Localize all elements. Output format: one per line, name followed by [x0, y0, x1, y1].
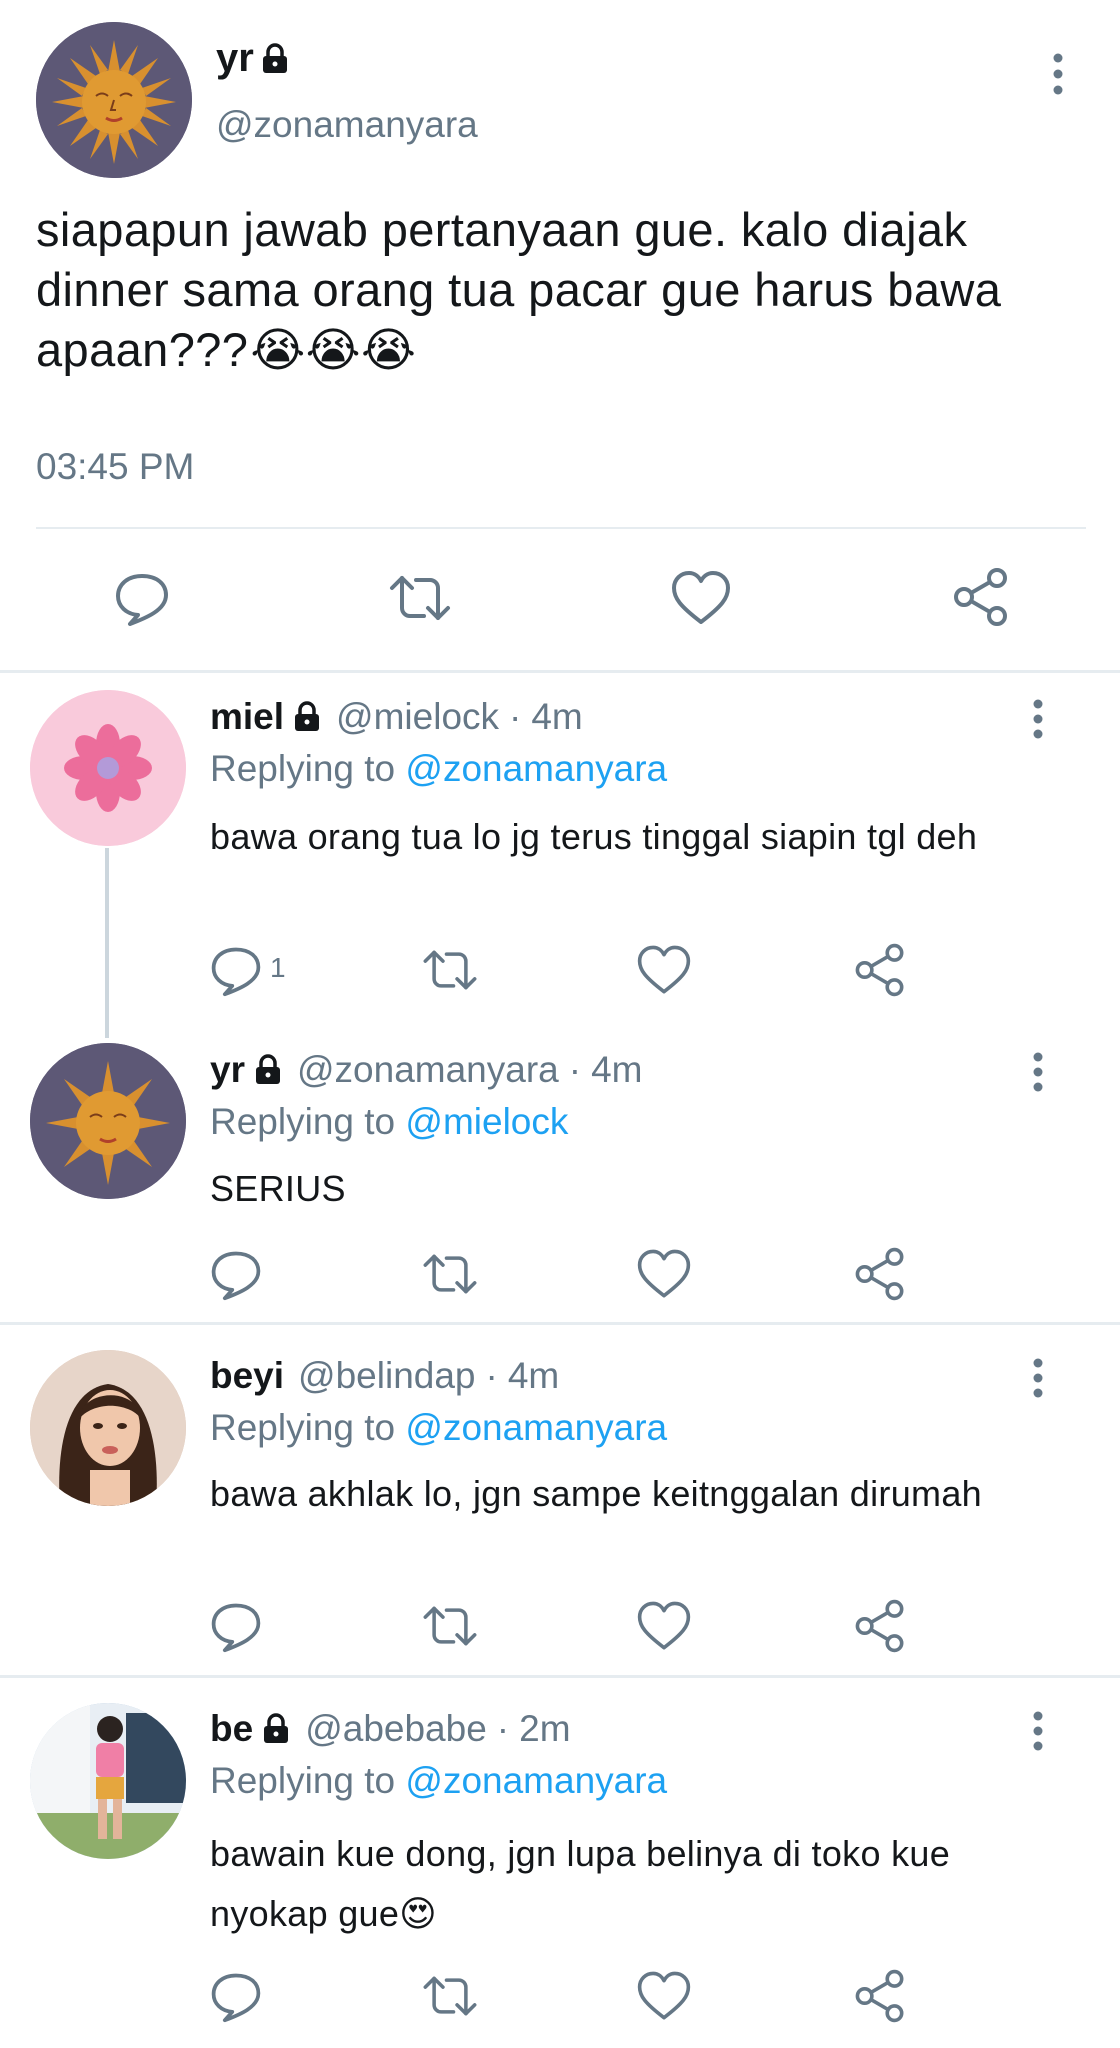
more-options-icon[interactable] — [1028, 1710, 1048, 1752]
more-options-icon[interactable] — [1028, 698, 1048, 740]
replying-to: Replying to @zonamanyara — [210, 1407, 667, 1449]
tweet-emoji: 😭😭😭 — [250, 323, 417, 376]
replying-to-prefix: Replying to — [210, 1407, 396, 1448]
sun-avatar-image — [30, 1043, 186, 1199]
reply-author-name[interactable]: beyi — [210, 1355, 284, 1397]
divider — [0, 1322, 1120, 1325]
sun-avatar-image — [36, 22, 192, 178]
tweet-timestamp[interactable]: 03:45 PM — [36, 446, 194, 488]
retweet-icon[interactable] — [386, 568, 454, 628]
replying-to: Replying to @zonamanyara — [210, 1760, 667, 1802]
author-name[interactable]: yr — [216, 36, 254, 81]
replying-to-link[interactable]: @mielock — [405, 1101, 568, 1142]
reply-author-handle[interactable]: @mielock — [336, 696, 499, 738]
author-handle[interactable]: @zonamanyara — [216, 104, 478, 146]
reply-text: SERIUS — [210, 1168, 346, 1209]
reply-age: 2m — [519, 1708, 571, 1749]
reply-emoji: 😍 — [399, 1893, 437, 1934]
reply-actions — [0, 1968, 1120, 2024]
reply-author-name[interactable]: be — [210, 1708, 253, 1750]
reply-header: miel @mielock · 4m — [210, 696, 583, 738]
like-icon[interactable] — [636, 1968, 692, 2024]
reply-author-handle[interactable]: @zonamanyara — [297, 1049, 559, 1091]
reply-icon[interactable] — [208, 1598, 264, 1654]
reply-text: bawain kue dong, jgn lupa belinya di tok… — [210, 1824, 1070, 1944]
tweet-body: siapapun jawab pertanyaan gue. kalo diaj… — [36, 203, 1002, 376]
separator-dot: · — [568, 1049, 582, 1090]
reply-avatar[interactable] — [30, 1350, 186, 1506]
tweet-text: siapapun jawab pertanyaan gue. kalo diaj… — [36, 200, 1096, 380]
reply-icon[interactable] — [208, 1968, 264, 2024]
replying-to-prefix: Replying to — [210, 1101, 396, 1142]
reply-age: 4m — [507, 1355, 560, 1396]
reply-author-handle[interactable]: @abebabe — [305, 1708, 487, 1750]
replying-to-link[interactable]: @zonamanyara — [405, 1760, 667, 1801]
retweet-icon[interactable] — [420, 942, 480, 998]
person-avatar-image — [30, 1703, 186, 1859]
retweet-icon[interactable] — [420, 1968, 480, 2024]
divider — [36, 527, 1086, 529]
lock-icon — [255, 1054, 280, 1084]
share-icon[interactable] — [852, 942, 908, 998]
reply-body: bawain kue dong, jgn lupa belinya di tok… — [210, 1833, 951, 1934]
share-icon[interactable] — [852, 1598, 908, 1654]
like-icon[interactable] — [636, 1598, 692, 1654]
author-avatar[interactable] — [36, 22, 192, 178]
reply-icon[interactable] — [208, 1246, 264, 1302]
reply-age: 4m — [591, 1049, 643, 1090]
reply-text: bawa orang tua lo jg terus tinggal siapi… — [210, 816, 978, 857]
like-icon[interactable] — [670, 568, 732, 628]
share-icon[interactable] — [950, 566, 1012, 628]
more-options-icon[interactable] — [1048, 52, 1068, 96]
reply-author-handle[interactable]: @belindap — [298, 1355, 475, 1397]
reply-actions — [0, 1246, 1120, 1302]
retweet-icon[interactable] — [420, 1246, 480, 1302]
share-icon[interactable] — [852, 1968, 908, 2024]
replying-to: Replying to @mielock — [210, 1101, 568, 1143]
person-avatar-image — [30, 1350, 186, 1506]
divider — [0, 670, 1120, 673]
replying-to-prefix: Replying to — [210, 1760, 396, 1801]
reply-count: 1 — [270, 952, 286, 983]
like-icon[interactable] — [636, 1246, 692, 1302]
reply-avatar[interactable] — [30, 1703, 186, 1859]
tweet-actions — [0, 558, 1120, 638]
share-icon[interactable] — [852, 1246, 908, 1302]
lock-icon — [264, 1713, 289, 1743]
reply-author-name[interactable]: miel — [210, 696, 284, 738]
reply-icon[interactable] — [208, 942, 264, 998]
lock-icon — [262, 42, 287, 73]
lock-icon — [295, 701, 320, 731]
reply-actions — [0, 1598, 1120, 1654]
divider — [0, 1675, 1120, 1678]
reply-icon[interactable] — [112, 568, 172, 628]
flower-avatar-image — [30, 690, 186, 846]
separator-dot: · — [485, 1355, 498, 1396]
reply-header: beyi @belindap · 4m — [210, 1355, 559, 1397]
replying-to-prefix: Replying to — [210, 748, 396, 789]
reply-header: be @abebabe · 2m — [210, 1708, 571, 1750]
reply-avatar[interactable] — [30, 1043, 186, 1199]
author-name-row: yr — [216, 36, 290, 81]
replying-to-link[interactable]: @zonamanyara — [405, 1407, 667, 1448]
retweet-icon[interactable] — [420, 1598, 480, 1654]
replying-to: Replying to @zonamanyara — [210, 748, 667, 790]
reply-author-name[interactable]: yr — [210, 1049, 245, 1091]
reply-actions: 1 — [0, 942, 1120, 998]
reply-text: bawa akhlak lo, jgn sampe keitnggalan di… — [210, 1473, 982, 1514]
separator-dot: · — [509, 696, 522, 737]
separator-dot: · — [496, 1708, 510, 1749]
more-options-icon[interactable] — [1028, 1051, 1048, 1093]
replying-to-link[interactable]: @zonamanyara — [405, 748, 667, 789]
reply-header: yr @zonamanyara · 4m — [210, 1049, 642, 1091]
like-icon[interactable] — [636, 942, 692, 998]
reply-avatar[interactable] — [30, 690, 186, 846]
reply-age: 4m — [531, 696, 583, 737]
more-options-icon[interactable] — [1028, 1357, 1048, 1399]
